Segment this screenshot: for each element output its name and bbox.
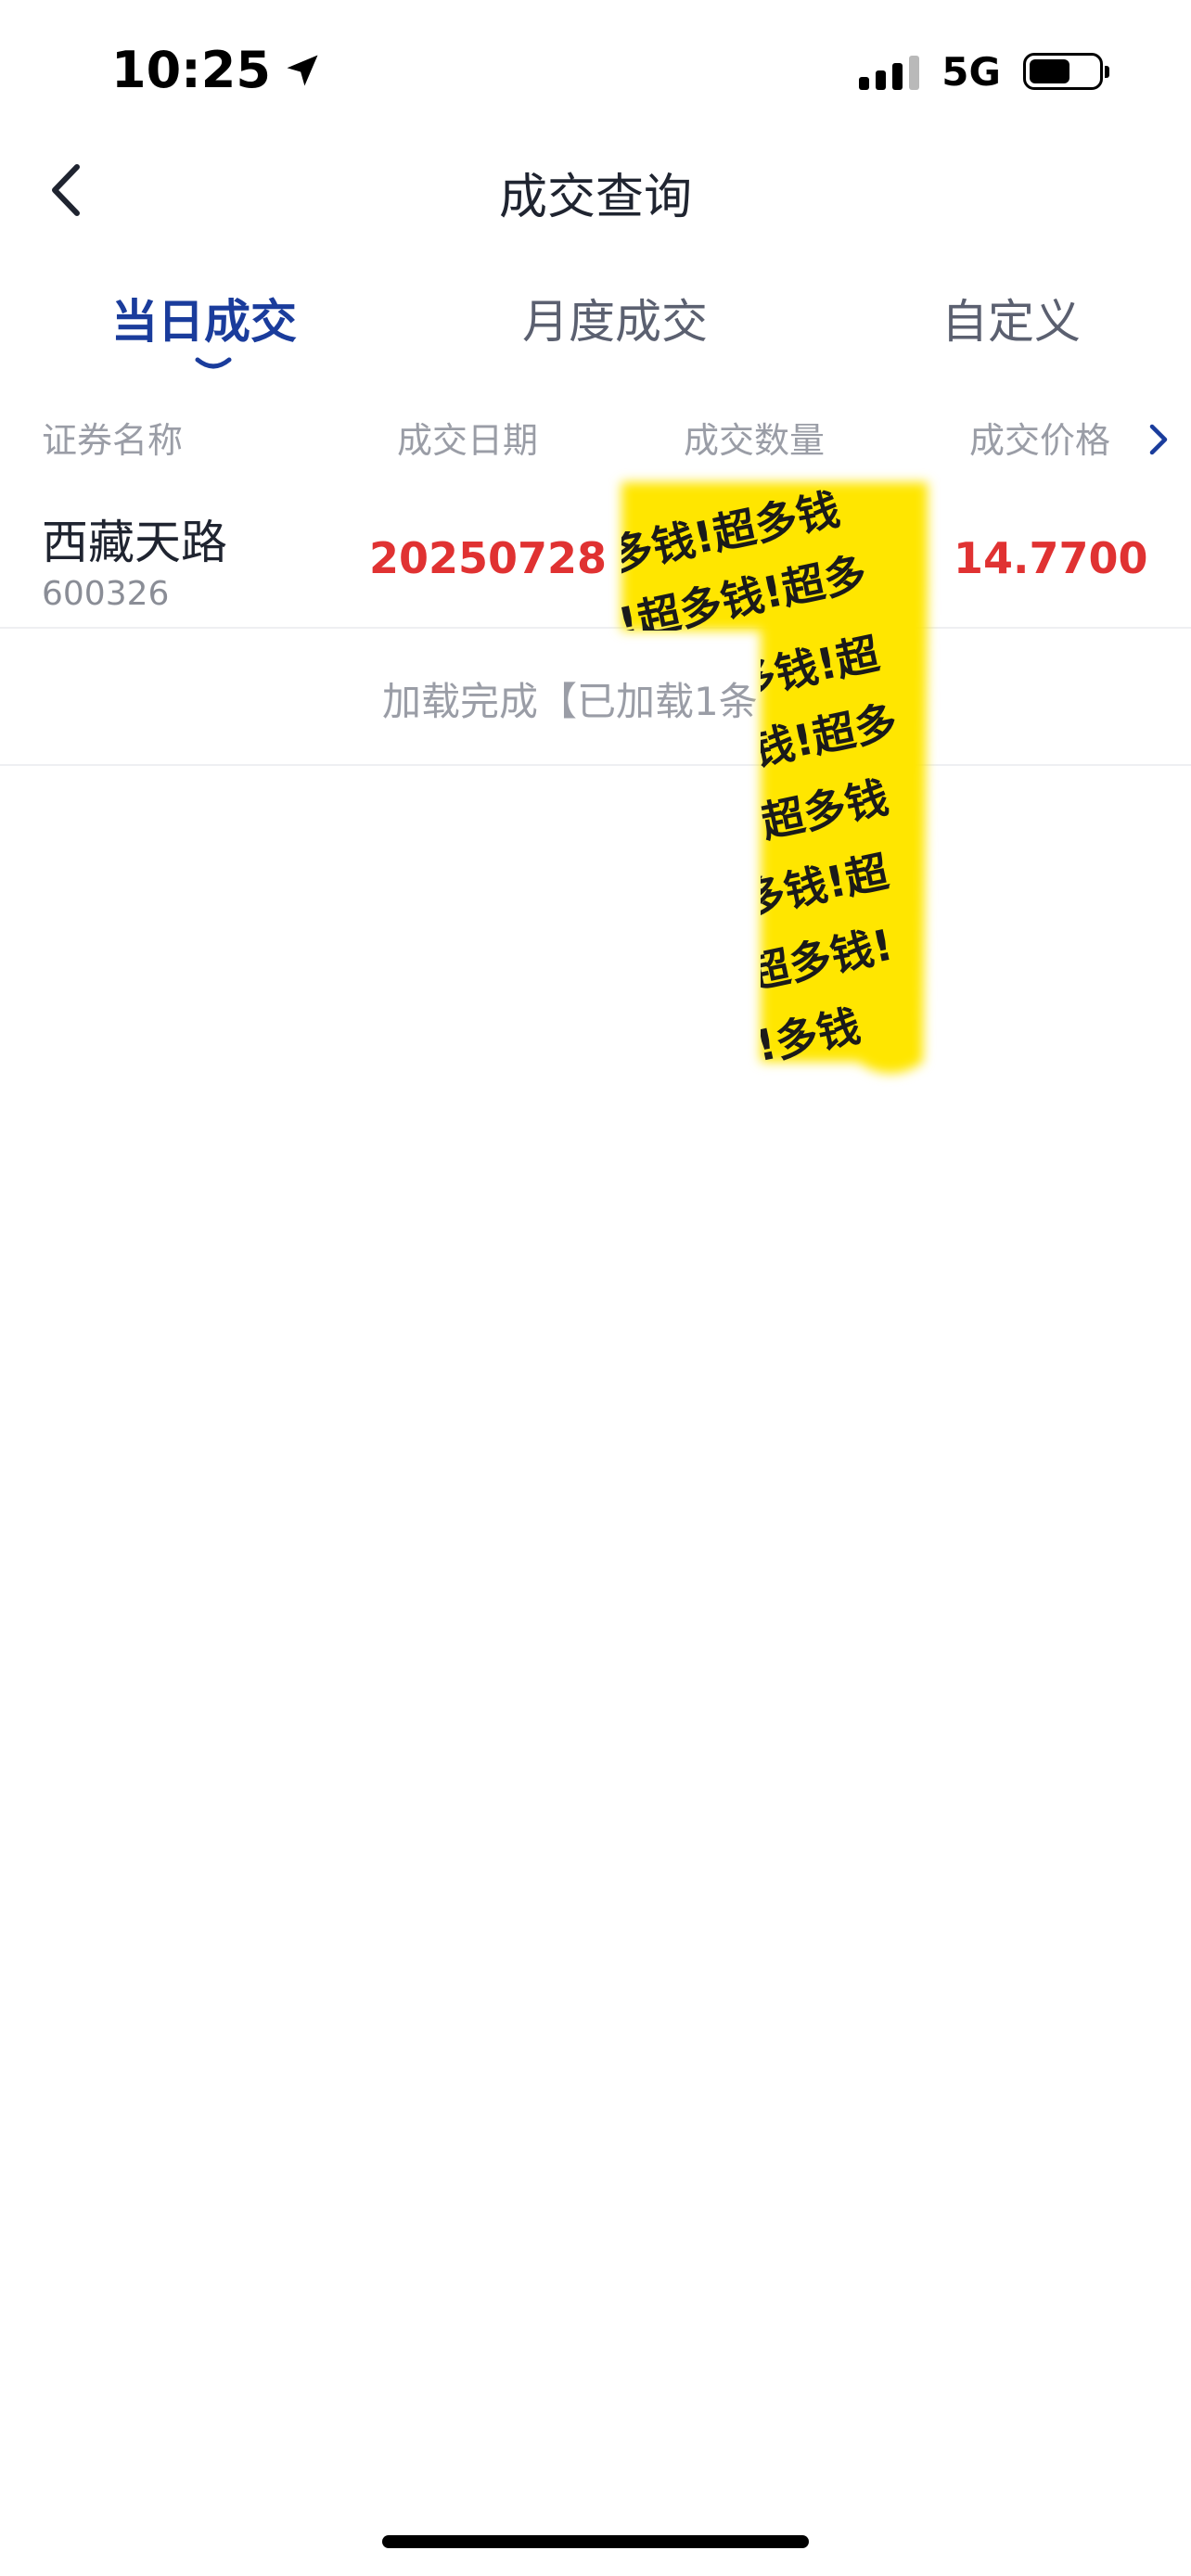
location-arrow-icon [287,55,318,86]
security-code: 600326 [42,575,170,613]
battery-icon [1023,53,1109,90]
column-header-trade-price: 成交价格 [969,420,1111,461]
tab-custom[interactable]: 自定义 [941,289,1081,354]
home-indicator[interactable] [382,2535,809,2548]
redaction-sticker: 多钱!超多钱 !超多钱!超多 多钱!超 钱!超多 !超多钱 多钱!超 超多钱! … [621,482,928,1074]
trade-date: 20250728 [369,533,608,583]
network-type: 5G [941,48,1001,95]
status-bar-time: 10:25 [111,37,323,104]
cellular-signal-icon [859,53,920,90]
security-name: 西藏天路 [42,516,227,569]
chevron-right-icon[interactable] [1145,419,1172,460]
column-header-security-name: 证券名称 [42,420,184,461]
trade-price: 14.7700 [954,533,1148,583]
tab-today-trades[interactable]: 当日成交 [111,289,297,354]
tab-monthly-trades[interactable]: 月度成交 [522,289,708,354]
status-bar-indicators: 5G [859,48,1109,95]
battery-level [1030,59,1070,83]
column-header-trade-date: 成交日期 [397,420,539,461]
column-header-trade-quantity: 成交数量 [684,420,826,461]
active-tab-indicator [195,357,232,369]
page-title: 成交查询 [498,170,692,225]
status-time-text: 10:25 [111,41,271,99]
